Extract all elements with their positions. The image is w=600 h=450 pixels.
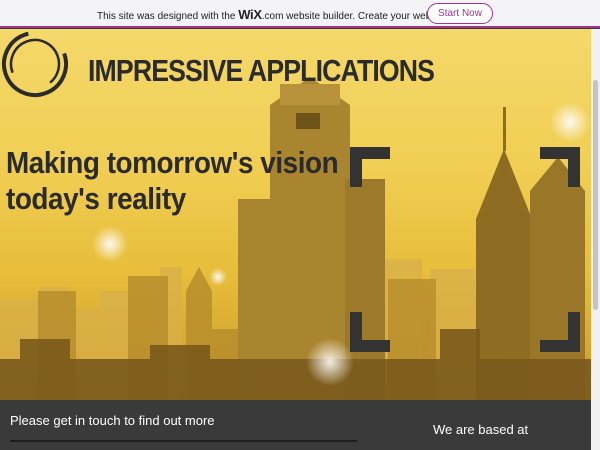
wix-domain: .com — [261, 11, 284, 22]
contact-heading: Please get in touch to find out more — [10, 413, 215, 428]
tagline-line-2: today's reality — [6, 181, 186, 216]
scrollbar-thumb[interactable] — [593, 80, 598, 310]
hero-section: IMPRESSIVE APPLICATIONS Making tomorrow'… — [0, 29, 600, 400]
brand-name: IMPRESSIVE APPLICATIONS — [88, 53, 435, 88]
frame-corner-bottom-left — [350, 312, 390, 352]
logo-ring-icon — [2, 31, 68, 97]
wix-banner-text: This site was designed with the WiX.com … — [97, 7, 476, 22]
contact-band: Please get in touch to find out more We … — [0, 400, 600, 450]
frame-corner-top-right — [540, 147, 580, 187]
contact-divider — [10, 440, 357, 442]
frame-corner-top-left — [350, 147, 390, 187]
banner-text-before: This site was designed with the — [97, 11, 239, 22]
wix-logo[interactable]: WiX — [238, 7, 262, 22]
frame-corner-bottom-right — [540, 312, 580, 352]
wix-banner: This site was designed with the WiX.com … — [0, 0, 600, 28]
start-now-button[interactable]: Start Now — [427, 3, 493, 24]
hero-tagline: Making tomorrow's vision today's reality — [6, 145, 339, 217]
tagline-line-1: Making tomorrow's vision — [6, 145, 339, 180]
location-heading: We are based at — [433, 422, 529, 437]
